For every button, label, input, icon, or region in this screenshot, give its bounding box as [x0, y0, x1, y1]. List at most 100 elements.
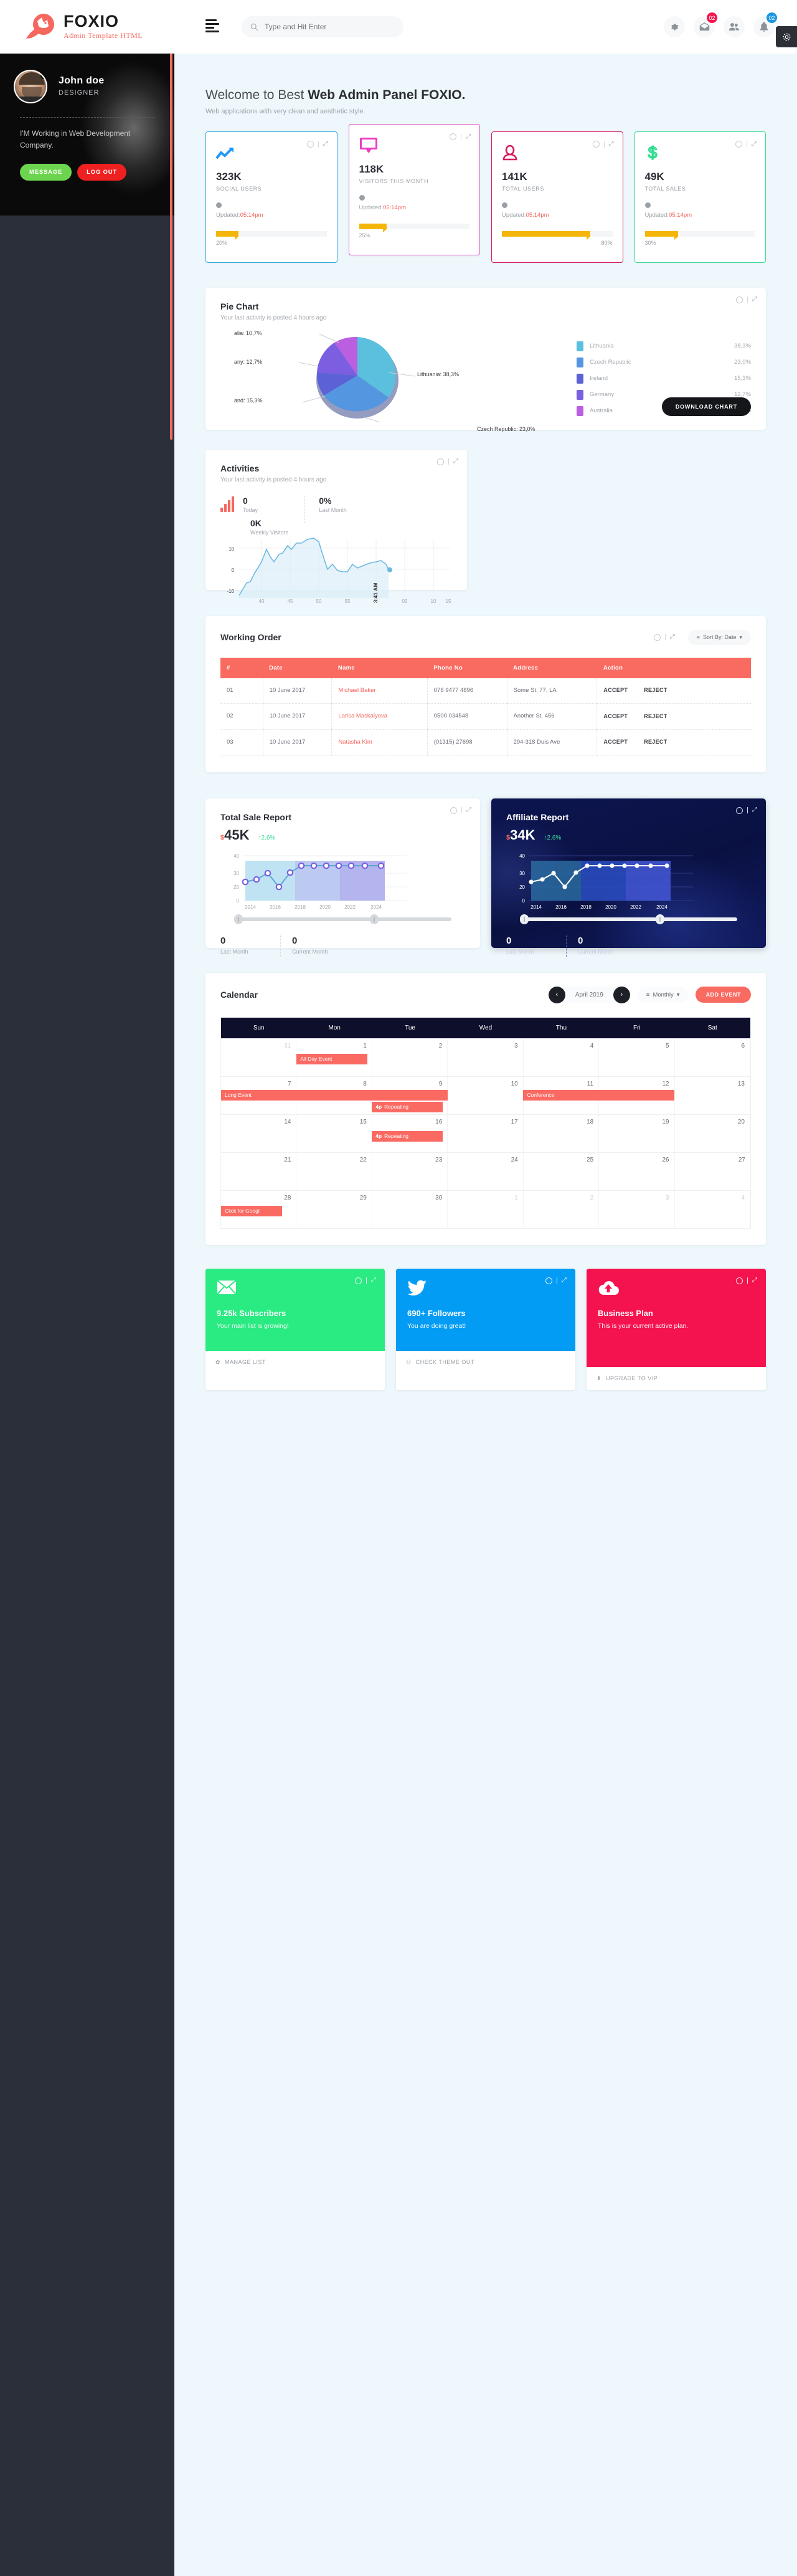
reject-button[interactable]: REJECT — [644, 738, 667, 747]
calendar-day[interactable]: 3 — [448, 1038, 524, 1076]
calendar-day[interactable]: 17 — [448, 1114, 524, 1152]
calendar-day[interactable]: 18 — [524, 1114, 600, 1152]
prev-month-button[interactable]: ‹ — [548, 986, 565, 1003]
reject-button[interactable]: REJECT — [644, 686, 667, 695]
expand-icon[interactable]: ⤢ — [752, 807, 757, 813]
svg-text:2022: 2022 — [630, 904, 641, 909]
contacts-button[interactable] — [724, 16, 745, 37]
settings-button[interactable] — [664, 16, 685, 37]
upgrade-vip-button[interactable]: ⬆ UPGRADE TO VIP — [587, 1366, 766, 1390]
expand-icon[interactable]: ⤢ — [562, 1277, 567, 1284]
refresh-icon[interactable] — [450, 807, 457, 814]
refresh-icon[interactable] — [437, 458, 444, 465]
expand-icon[interactable]: ⤢ — [752, 141, 757, 148]
expand-icon[interactable]: ⤢ — [752, 1277, 757, 1284]
stat-card-total-users[interactable]: ⤢ 141K TOTAL USERS Updated:05:14pm 80% — [491, 131, 623, 263]
calendar-day[interactable]: 3 — [599, 1190, 675, 1228]
refresh-icon[interactable] — [653, 633, 661, 641]
calendar-day[interactable]: 24 — [448, 1152, 524, 1190]
messages-button[interactable]: 02 — [694, 11, 719, 37]
slider-handle-right[interactable] — [370, 914, 379, 924]
expand-icon[interactable]: ⤢ — [466, 133, 471, 140]
calendar-event[interactable]: Click for Googl — [221, 1205, 282, 1216]
calendar-event[interactable]: Long Event — [221, 1089, 448, 1101]
slider-handle-left[interactable] — [520, 914, 529, 924]
calendar-day[interactable]: 4 — [675, 1190, 750, 1228]
svg-text:0: 0 — [232, 567, 235, 573]
slider-handle-left[interactable] — [234, 914, 243, 924]
calendar-day[interactable]: 14 — [221, 1114, 297, 1152]
calendar-day[interactable]: 6 — [675, 1038, 750, 1076]
calendar-day[interactable]: 25 — [524, 1152, 600, 1190]
search-input[interactable] — [265, 22, 389, 31]
expand-icon[interactable]: ⤢ — [466, 807, 471, 813]
accept-button[interactable]: ACCEPT — [603, 738, 628, 747]
delta-value: ↑2.6% — [258, 834, 276, 841]
bar-chart-icon — [220, 496, 234, 512]
expand-icon[interactable]: ⤢ — [609, 141, 614, 148]
manage-list-button[interactable]: ✿ MANAGE LIST — [205, 1350, 385, 1374]
download-chart-button[interactable]: DOWNLOAD CHART — [661, 397, 751, 416]
calendar-day[interactable]: 2 — [524, 1190, 600, 1228]
calendar-event[interactable]: Conference — [523, 1089, 674, 1101]
refresh-icon[interactable] — [736, 807, 743, 814]
calendar-day[interactable]: 21 — [221, 1152, 297, 1190]
next-month-button[interactable]: › — [613, 986, 630, 1003]
calendar-day[interactable]: 31 — [221, 1038, 297, 1076]
refresh-icon[interactable] — [736, 1277, 743, 1284]
stat-card-social-users[interactable]: ⤢ 323K SOCIAL USERS Updated:05:14pm 20% — [205, 131, 337, 263]
calendar-day[interactable]: 26 — [599, 1152, 675, 1190]
calendar-day[interactable]: 22 — [296, 1152, 372, 1190]
expand-icon[interactable]: ⤢ — [323, 141, 328, 148]
accept-button[interactable]: ACCEPT — [603, 713, 628, 721]
expand-icon[interactable]: ⤢ — [453, 458, 458, 465]
cell-date: 10 June 2017 — [263, 703, 332, 730]
add-event-button[interactable]: ADD EVENT — [696, 987, 751, 1003]
logout-button[interactable]: LOG OUT — [77, 164, 126, 181]
refresh-icon[interactable] — [355, 1277, 362, 1284]
logo[interactable]: FOXIO Admin Template HTML — [25, 12, 174, 41]
refresh-icon[interactable] — [735, 141, 742, 148]
expand-icon[interactable]: ⤢ — [371, 1277, 376, 1284]
check-theme-button[interactable]: ⚇ CHECK THEME OUT — [396, 1350, 575, 1374]
theme-settings-button[interactable] — [776, 26, 797, 47]
calendar-day[interactable]: 2 — [372, 1038, 448, 1076]
accept-button[interactable]: ACCEPT — [603, 686, 628, 695]
refresh-icon[interactable] — [592, 141, 600, 148]
sidebar-scrollbar[interactable] — [170, 54, 172, 440]
calendar-day[interactable]: 13 — [675, 1076, 750, 1114]
stat-card-total-sales[interactable]: ⤢ $ 49K TOTAL SALES Updated:05:14pm 30% — [634, 131, 766, 263]
slider-handle-right[interactable] — [656, 914, 664, 924]
expand-icon[interactable]: ⤢ — [670, 634, 675, 640]
calendar-event[interactable]: All Day Event — [296, 1053, 368, 1064]
calendar-day[interactable]: 5 — [599, 1038, 675, 1076]
calendar-day[interactable]: 15 — [296, 1114, 372, 1152]
calendar-event[interactable]: 4p Repeating — [372, 1130, 443, 1142]
notifications-button[interactable]: 02 — [753, 11, 778, 37]
calendar-day[interactable]: 10 — [448, 1076, 524, 1114]
menu-toggle-icon[interactable] — [205, 19, 219, 34]
date-range-slider[interactable] — [220, 914, 465, 924]
calendar-day[interactable]: 23 — [372, 1152, 448, 1190]
refresh-icon[interactable] — [450, 133, 456, 140]
refresh-icon[interactable] — [545, 1277, 552, 1284]
stat-card-visitors[interactable]: ⤢ 118K VISITORS THIS MONTH Updated:05:14… — [348, 124, 480, 255]
date-range-slider[interactable] — [506, 914, 751, 924]
calendar-day[interactable]: 27 — [675, 1153, 750, 1190]
message-button[interactable]: MESSAGE — [20, 164, 72, 181]
calendar-day[interactable]: 20 — [675, 1114, 750, 1152]
calendar-day[interactable]: 19 — [599, 1114, 675, 1152]
view-mode-dropdown[interactable]: ≡ Monthly ▾ — [637, 987, 689, 1003]
search-box[interactable] — [242, 16, 403, 37]
reject-button[interactable]: REJECT — [644, 713, 667, 721]
calendar-day[interactable]: 4 — [524, 1038, 600, 1076]
expand-icon[interactable]: ⤢ — [752, 296, 757, 303]
refresh-icon[interactable] — [306, 141, 314, 148]
calendar-event[interactable]: 4p Repeating — [372, 1101, 443, 1112]
sort-by-dropdown[interactable]: ≡ Sort By: Date ▾ — [687, 629, 751, 645]
calendar-day[interactable]: 1 — [448, 1190, 524, 1228]
card-subtitle: This is your current active plan. — [598, 1322, 689, 1330]
refresh-icon[interactable] — [736, 296, 743, 303]
calendar-day[interactable]: 29 — [296, 1190, 372, 1228]
calendar-day[interactable]: 30 — [372, 1190, 448, 1228]
